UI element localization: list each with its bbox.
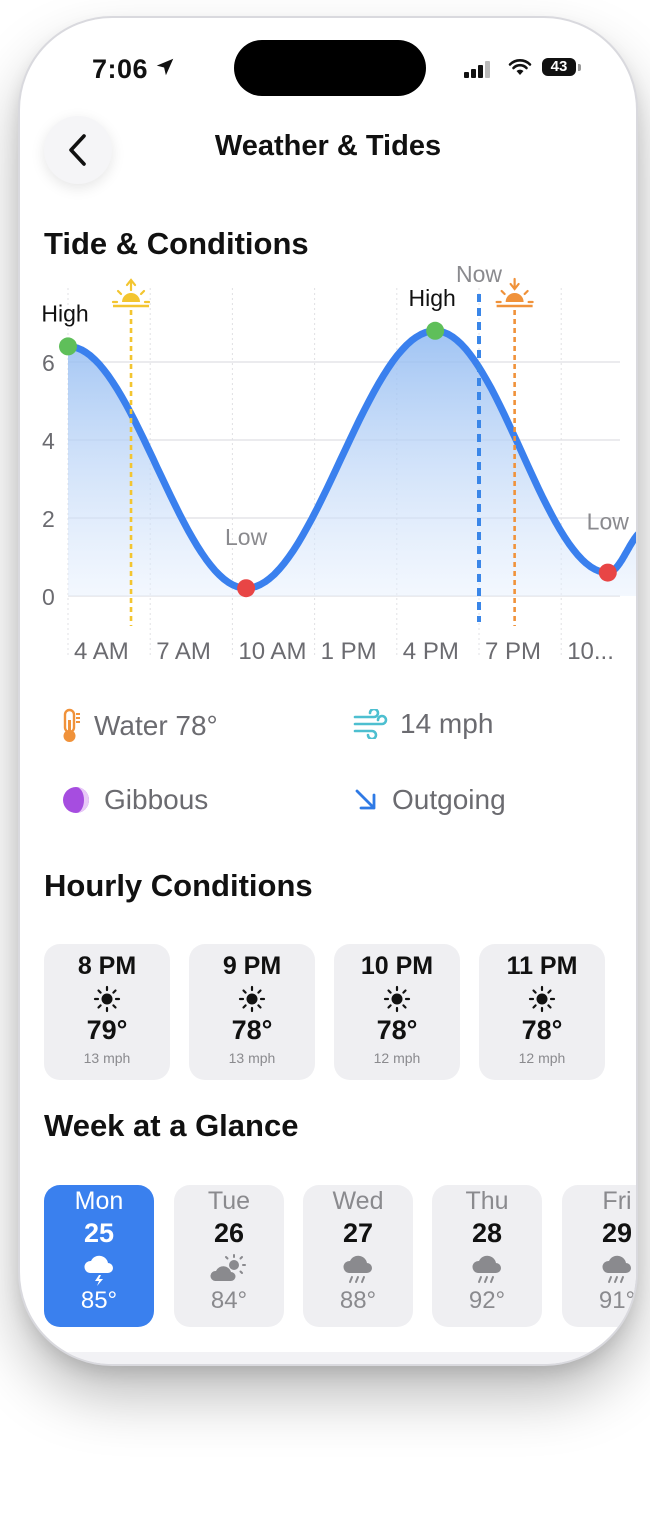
hourly-temp: 78° — [231, 1015, 273, 1045]
partly-cloudy-icon — [210, 1254, 246, 1281]
moon-phase-condition: Gibbous — [60, 784, 208, 816]
y-tick-label: 6 — [42, 350, 55, 376]
day-temp: 92° — [468, 1287, 506, 1314]
wind-icon — [353, 709, 388, 739]
day-card[interactable]: Tue 26 84° — [174, 1185, 284, 1327]
x-tick-label: 4 PM — [403, 638, 459, 665]
high-tide-point — [59, 337, 77, 356]
hourly-wind: 13 mph — [83, 1050, 131, 1066]
day-name: Fri — [602, 1187, 632, 1215]
bottom-edge — [20, 1352, 636, 1364]
x-tick-label: 7 PM — [485, 638, 541, 665]
wind-label: 14 mph — [400, 708, 494, 739]
y-tick-label: 4 — [42, 428, 55, 454]
sun-icon — [528, 985, 556, 1013]
tide-chart: 02464 AM 7 AM 10 AM 1 PM 4 PM 7 PM 10...NowHig… — [41, 261, 636, 665]
hourly-card[interactable]: 9 PM 78° 13 mph — [189, 944, 315, 1080]
water-temp-condition: Water 78° — [60, 708, 218, 744]
low-tide-point — [237, 579, 256, 598]
x-tick-label: 4 AM — [74, 638, 129, 665]
day-temp: 84° — [210, 1287, 248, 1314]
x-tick-label: 7 AM — [156, 638, 211, 665]
day-temp: 88° — [339, 1287, 377, 1314]
hourly-card[interactable]: 8 PM 79° 13 mph — [44, 944, 170, 1080]
day-temp: 85° — [80, 1287, 118, 1314]
sun-icon — [383, 985, 411, 1013]
hourly-card[interactable]: 10 PM 78° 12 mph — [334, 944, 460, 1080]
rain-icon — [602, 1255, 631, 1283]
day-card[interactable]: Fri 29 91° — [562, 1185, 636, 1327]
hourly-card[interactable]: 11 PM 78° 12 mph — [479, 944, 605, 1080]
y-tick-label: 2 — [42, 506, 55, 532]
sunrise-icon — [111, 278, 151, 308]
x-tick-label: 1 PM — [321, 638, 377, 665]
thermometer-icon — [63, 708, 80, 742]
x-tick-label: 10... — [567, 638, 614, 665]
day-name: Tue — [207, 1187, 251, 1215]
hourly-wind: 12 mph — [518, 1050, 566, 1066]
low-tide-point — [598, 563, 617, 582]
day-card-selected[interactable]: Mon 25 85° — [44, 1185, 154, 1327]
low-tide-label: Low — [587, 509, 630, 535]
water-temp-label: Water 78° — [94, 710, 218, 741]
arrow-down-right-icon — [355, 789, 376, 810]
sun-icon — [238, 985, 266, 1013]
low-tide-label: Low — [225, 524, 268, 550]
day-date: 27 — [342, 1218, 374, 1248]
hourly-time: 10 PM — [360, 952, 434, 980]
sun-icon — [93, 985, 121, 1013]
hourly-time: 11 PM — [506, 952, 578, 980]
tide-direction-condition: Outgoing — [352, 784, 506, 816]
hourly-temp: 79° — [86, 1015, 128, 1045]
day-card[interactable]: Thu 28 92° — [432, 1185, 542, 1327]
high-tide-label: High — [41, 300, 88, 326]
y-tick-label: 0 — [42, 584, 55, 610]
moon-phase-label: Gibbous — [104, 784, 209, 815]
day-temp: 91° — [598, 1287, 636, 1314]
hourly-wind: 13 mph — [228, 1050, 276, 1066]
day-name: Mon — [74, 1187, 124, 1215]
day-date: 28 — [471, 1218, 503, 1248]
day-date: 26 — [213, 1218, 245, 1248]
hourly-temp: 78° — [521, 1015, 563, 1045]
high-tide-label: High — [409, 285, 456, 311]
phone-frame: 7:06 43 Weather & Tides Tide & Condition… — [18, 16, 638, 1366]
moon-phase-icon — [63, 787, 89, 813]
day-date: 25 — [83, 1218, 115, 1248]
x-tick-label: 10 AM — [238, 638, 306, 665]
sunset-icon — [495, 277, 534, 308]
hourly-section-title: Hourly Conditions — [44, 868, 313, 903]
thunderstorm-icon — [84, 1255, 113, 1286]
high-tide-point — [426, 321, 445, 340]
week-section-title: Week at a Glance — [44, 1108, 299, 1143]
hourly-time: 9 PM — [222, 952, 282, 980]
day-date: 29 — [601, 1218, 633, 1248]
hourly-temp: 78° — [376, 1015, 418, 1045]
rain-icon — [472, 1255, 501, 1283]
now-label: Now — [456, 261, 502, 287]
day-name: Wed — [332, 1187, 384, 1215]
tide-direction-label: Outgoing — [392, 784, 506, 815]
day-card[interactable]: Wed 27 88° — [303, 1185, 413, 1327]
day-name: Thu — [465, 1187, 509, 1215]
hourly-time: 8 PM — [77, 952, 137, 980]
wind-condition: 14 mph — [352, 708, 493, 740]
hourly-wind: 12 mph — [373, 1050, 421, 1066]
rain-icon — [343, 1255, 372, 1283]
